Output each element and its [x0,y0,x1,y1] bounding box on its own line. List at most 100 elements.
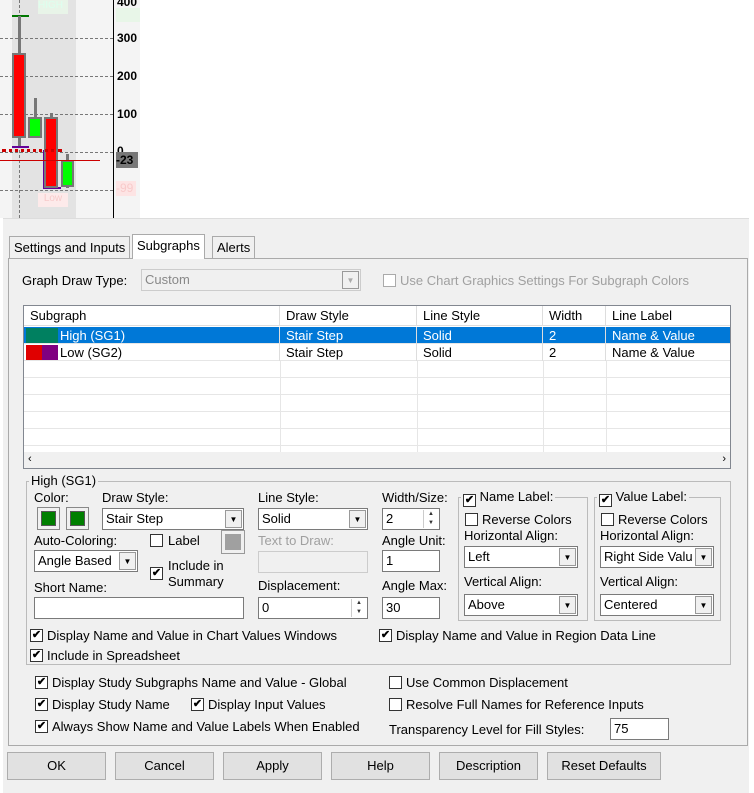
value-label-header: ✔ Value Label: [597,489,689,507]
transparency-label: Transparency Level for Fill Styles: [389,722,585,737]
secondary-color-button[interactable] [66,507,89,530]
displacement-label: Displacement: [258,578,341,593]
tab-alerts[interactable]: Alerts [212,236,256,258]
chart-area[interactable]: HIGH Low 400 300 200 100 0 -23 -99 [0,0,140,218]
name-h-align-select[interactable]: Left ▼ [464,546,578,568]
value-v-align-select[interactable]: Centered ▼ [600,594,714,616]
draw-style-select[interactable]: Stair Step ▼ [102,508,244,530]
angle-unit-input[interactable]: 1 [382,550,440,572]
label-checkbox[interactable] [150,534,163,547]
tab-settings-and-inputs[interactable]: Settings and Inputs [9,236,131,258]
primary-color-button[interactable] [37,507,60,530]
value-label-checkbox[interactable]: ✔ [599,494,612,507]
width: 2 [543,327,606,344]
cancel-button[interactable]: Cancel [115,752,214,780]
high-label: HIGH [38,0,68,14]
name-label-checkbox[interactable]: ✔ [463,494,476,507]
chart-values-label: Display Name and Value in Chart Values W… [47,628,337,643]
transparency-input[interactable]: 75 [610,718,669,740]
label-color-button[interactable] [221,530,245,554]
draw-style: Stair Step [280,344,417,361]
value-reverse-colors-label: Reverse Colors [618,512,708,527]
name-h-align-value: Left [468,549,490,564]
graph-draw-type-value: Custom [145,272,190,287]
table-row[interactable]: High (SG1) Stair Step Solid 2 Name & Val… [24,327,730,344]
reset-defaults-button[interactable]: Reset Defaults [547,752,661,780]
spreadsheet-label: Include in Spreadsheet [47,648,180,663]
candle-up [28,117,42,138]
region-data-line-checkbox[interactable]: ✔ [379,629,392,642]
draw-style-label: Draw Style: [102,490,169,505]
line-label: Name & Value [612,345,695,360]
width: 2 [543,344,606,361]
spreadsheet-checkbox[interactable]: ✔ [30,649,43,662]
display-study-name-checkbox[interactable]: ✔ [35,698,48,711]
column-header[interactable]: Line Style [417,306,543,326]
name-v-align-select[interactable]: Above ▼ [464,594,578,616]
graph-draw-type-select[interactable]: Custom ▼ [141,269,361,291]
scroll-left-icon[interactable]: ‹ [28,453,32,465]
short-name-input[interactable] [34,597,244,619]
candle-up [61,160,74,187]
value-h-align-label: Horizontal Align: [600,528,694,543]
angle-max-input[interactable]: 30 [382,597,440,619]
column-header[interactable]: Width [543,306,606,326]
table-row[interactable]: Low (SG2) Stair Step Solid 2 Name & Valu… [24,344,730,361]
price-axis [113,0,114,218]
graph-draw-type-label: Graph Draw Type: [22,273,128,288]
use-chart-graphics-checkbox[interactable] [383,274,396,287]
line-style-label: Line Style: [258,490,319,505]
draw-style-value: Stair Step [106,511,164,526]
color-swatch [26,345,42,360]
subgraph-name: Low (SG2) [54,344,280,361]
grid-line [0,38,113,39]
column-header[interactable]: Draw Style [280,306,417,326]
group-title: High (SG1) [29,473,99,488]
column-header[interactable]: Subgraph [24,306,280,326]
description-button[interactable]: Description [439,752,538,780]
draw-style: Stair Step [280,327,417,344]
chevron-down-icon: ▼ [225,510,242,528]
spinner-arrows-icon[interactable]: ▲ ▼ [351,599,366,617]
candle-down [12,53,26,138]
use-common-displacement-checkbox[interactable] [389,676,402,689]
subgraph-name: High (SG1) [54,327,280,344]
horizontal-scrollbar[interactable]: ‹ › [24,452,730,468]
include-summary-checkbox[interactable]: ✔ [150,567,163,580]
displacement-spinner[interactable]: 0 ▲ ▼ [258,597,368,619]
text-to-draw-input[interactable] [258,551,368,573]
line-style: Solid [417,327,543,344]
display-study-name-label: Display Study Name [52,697,170,712]
include-summary-label: Include in Summary [168,558,224,589]
value-reverse-colors-checkbox[interactable] [601,513,614,526]
chevron-down-icon: ▼ [695,548,712,566]
column-header[interactable]: Line Label [606,306,730,326]
chevron-down-icon: ▼ [342,271,359,289]
chart-values-checkbox[interactable]: ✔ [30,629,43,642]
name-v-align-value: Above [468,597,505,612]
low-marker [12,146,29,148]
width-spinner[interactable]: 2 ▲ ▼ [382,508,440,530]
value-h-align-select[interactable]: Right Side Valu ▼ [600,546,714,568]
region-data-line-label: Display Name and Value in Region Data Li… [396,628,656,643]
display-input-values-checkbox[interactable]: ✔ [191,698,204,711]
angle-max-label: Angle Max: [382,578,448,593]
apply-button[interactable]: Apply [223,752,322,780]
name-reverse-colors-checkbox[interactable] [465,513,478,526]
ok-button[interactable]: OK [7,752,106,780]
always-show-checkbox[interactable]: ✔ [35,720,48,733]
help-button[interactable]: Help [331,752,430,780]
low-value-label: -99 [116,181,136,196]
line-style-value: Solid [262,511,291,526]
chevron-down-icon: ▼ [695,596,712,614]
text-to-draw-label: Text to Draw: [258,533,334,548]
line-style-select[interactable]: Solid ▼ [258,508,368,530]
scroll-right-icon[interactable]: › [722,453,726,465]
display-global-checkbox[interactable]: ✔ [35,676,48,689]
resolve-names-label: Resolve Full Names for Reference Inputs [406,697,644,712]
chevron-down-icon: ▼ [559,596,576,614]
resolve-names-checkbox[interactable] [389,698,402,711]
auto-coloring-select[interactable]: Angle Based ▼ [34,550,138,572]
tab-subgraphs[interactable]: Subgraphs [132,234,205,259]
spinner-arrows-icon[interactable]: ▲ ▼ [423,510,438,528]
